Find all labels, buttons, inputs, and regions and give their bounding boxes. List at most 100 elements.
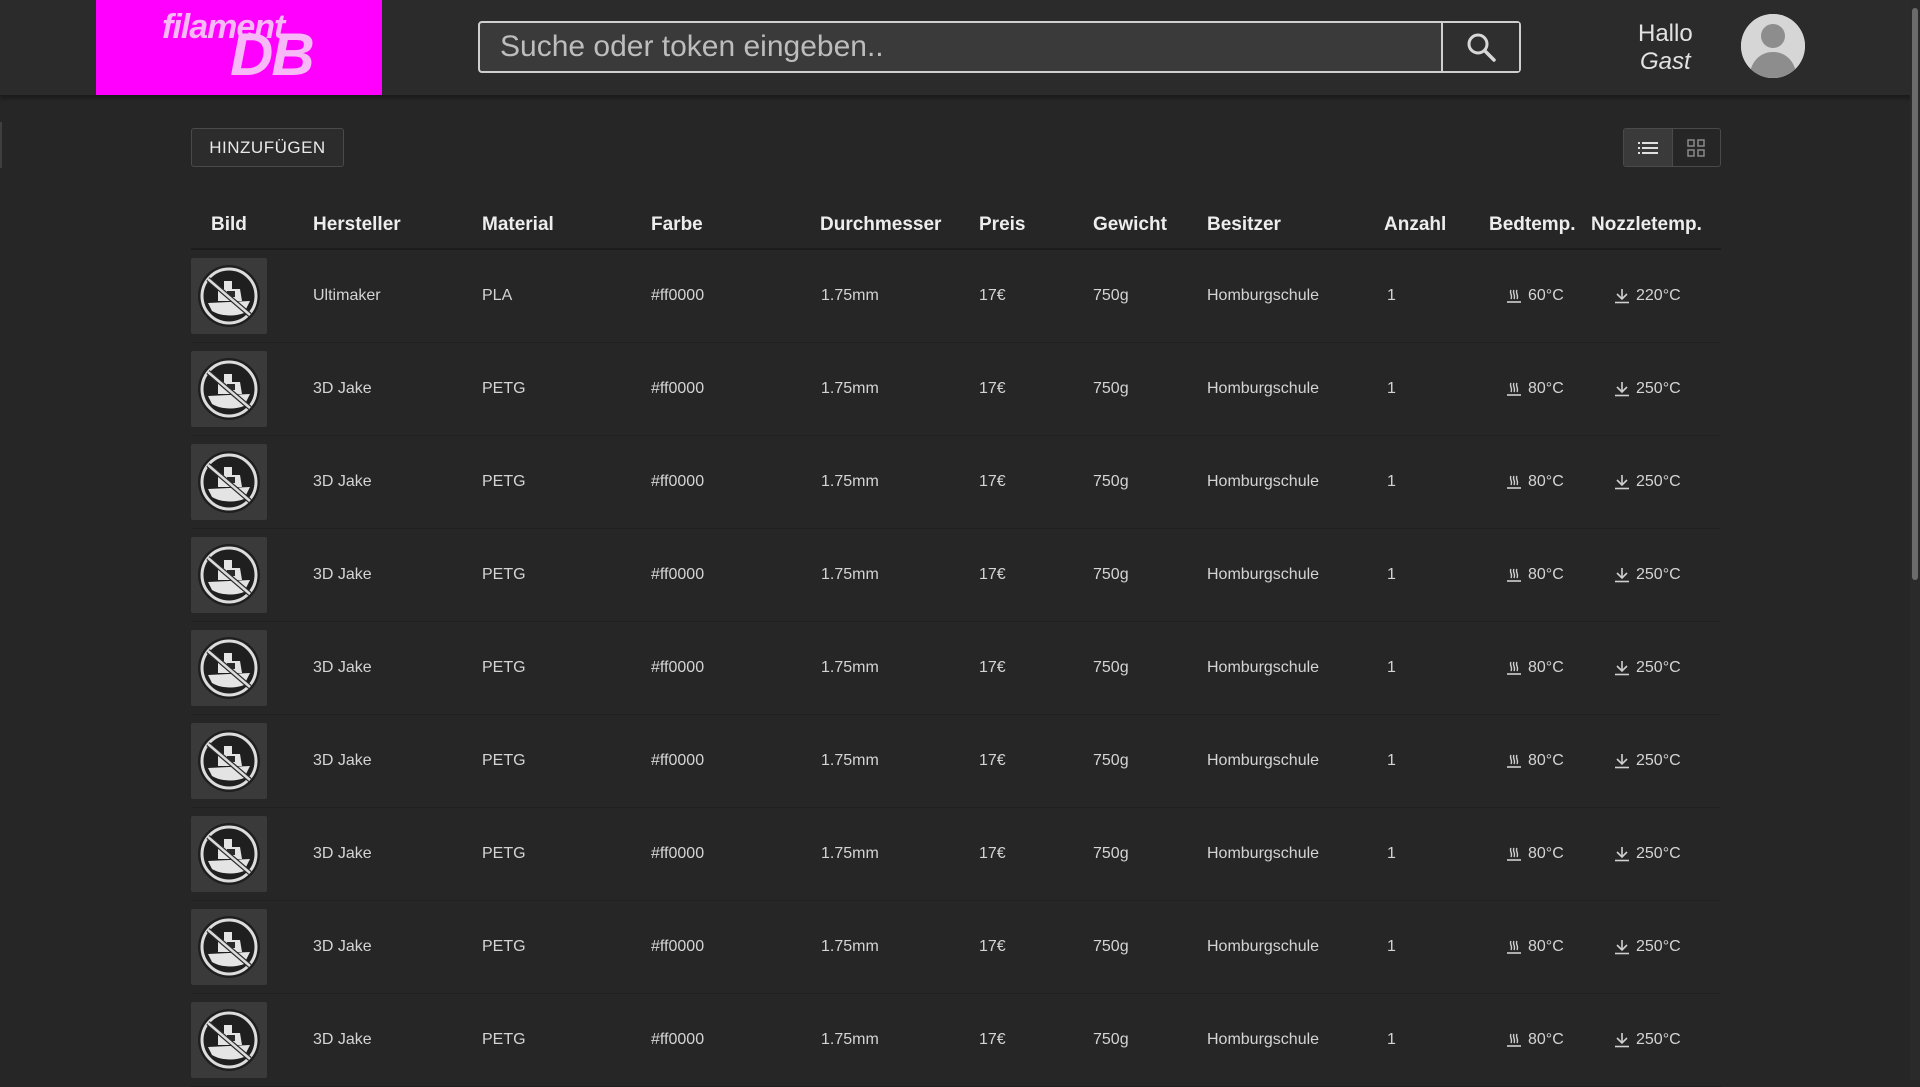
cell-material: PETG: [482, 659, 526, 676]
table-row[interactable]: 3D Jake PETG #ff0000 1.75mm 17€ 750g Hom…: [191, 622, 1721, 715]
header-besitzer[interactable]: Besitzer: [1207, 214, 1281, 236]
cell-gewicht: 750g: [1093, 566, 1129, 583]
table-row[interactable]: 3D Jake PETG #ff0000 1.75mm 17€ 750g Hom…: [191, 994, 1721, 1087]
bedtemp-value: 80°C: [1528, 566, 1564, 583]
grid-view-button[interactable]: [1673, 129, 1721, 166]
cell-hersteller: 3D Jake: [313, 566, 372, 583]
cell-bedtemp: 80°C: [1506, 845, 1564, 863]
cell-nozzletemp: 250°C: [1614, 752, 1681, 770]
no-image-boat-icon: [198, 916, 260, 978]
list-view-button[interactable]: [1624, 129, 1673, 166]
cell-preis: 17€: [979, 380, 1006, 397]
cell-preis: 17€: [979, 1031, 1006, 1048]
filament-image: [191, 258, 267, 334]
bed-heat-icon: [1507, 940, 1521, 954]
cell-gewicht: 750g: [1093, 845, 1129, 862]
cell-bedtemp: 80°C: [1506, 1031, 1564, 1049]
nozzle-icon: [1615, 568, 1629, 583]
nozzletemp-value: 250°C: [1636, 473, 1681, 490]
header-material[interactable]: Material: [482, 214, 554, 236]
nozzletemp-value: 250°C: [1636, 1031, 1681, 1048]
table-row[interactable]: 3D Jake PETG #ff0000 1.75mm 17€ 750g Hom…: [191, 808, 1721, 901]
user-name: Gast: [1640, 48, 1691, 75]
nozzle-icon: [1615, 1033, 1629, 1048]
bedtemp-value: 80°C: [1528, 473, 1564, 490]
filament-image: [191, 537, 267, 613]
logo[interactable]: filament DB: [96, 0, 382, 95]
bed-heat-icon: [1507, 289, 1521, 303]
cell-bedtemp: 60°C: [1506, 287, 1564, 305]
scrollbar[interactable]: [1910, 0, 1920, 1080]
table-row[interactable]: 3D Jake PETG #ff0000 1.75mm 17€ 750g Hom…: [191, 901, 1721, 994]
nozzletemp-value: 250°C: [1636, 659, 1681, 676]
header-gewicht[interactable]: Gewicht: [1093, 214, 1167, 236]
table-header: Bild Hersteller Material Farbe Durchmess…: [191, 200, 1721, 250]
cell-durchmesser: 1.75mm: [821, 380, 879, 397]
cell-farbe: #ff0000: [651, 1031, 705, 1048]
cell-material: PETG: [482, 566, 526, 583]
cell-gewicht: 750g: [1093, 1031, 1129, 1048]
no-image-boat-icon: [198, 730, 260, 792]
search-button[interactable]: [1441, 23, 1519, 71]
cell-anzahl: 1: [1387, 845, 1396, 862]
nozzle-icon: [1615, 754, 1629, 769]
filament-image: [191, 723, 267, 799]
table-row[interactable]: Ultimaker PLA #ff0000 1.75mm 17€ 750g Ho…: [191, 250, 1721, 343]
cell-nozzletemp: 250°C: [1614, 659, 1681, 677]
cell-hersteller: Ultimaker: [313, 287, 381, 304]
cell-nozzletemp: 250°C: [1614, 845, 1681, 863]
cell-anzahl: 1: [1387, 659, 1396, 676]
cell-gewicht: 750g: [1093, 287, 1129, 304]
bedtemp-value: 80°C: [1528, 845, 1564, 862]
cell-material: PETG: [482, 380, 526, 397]
header-anzahl[interactable]: Anzahl: [1384, 214, 1446, 236]
avatar-icon: [1741, 14, 1805, 78]
cell-material: PETG: [482, 473, 526, 490]
cell-hersteller: 3D Jake: [313, 380, 372, 397]
header-nozzletemp[interactable]: Nozzletemp.: [1591, 214, 1702, 236]
bed-heat-icon: [1507, 1033, 1521, 1047]
scrollbar-thumb[interactable]: [1912, 8, 1918, 580]
table-row[interactable]: 3D Jake PETG #ff0000 1.75mm 17€ 750g Hom…: [191, 343, 1721, 436]
header-hersteller[interactable]: Hersteller: [313, 214, 401, 236]
nozzle-icon: [1615, 847, 1629, 862]
grid-view-icon: [1687, 138, 1705, 157]
nozzletemp-value: 250°C: [1636, 938, 1681, 955]
no-image-boat-icon: [198, 358, 260, 420]
header-preis[interactable]: Preis: [979, 214, 1025, 236]
search-input[interactable]: [480, 23, 1441, 71]
cell-bedtemp: 80°C: [1506, 938, 1564, 956]
add-button[interactable]: HINZUFÜGEN: [191, 128, 344, 167]
bedtemp-value: 80°C: [1528, 938, 1564, 955]
bedtemp-value: 80°C: [1528, 380, 1564, 397]
cell-durchmesser: 1.75mm: [821, 566, 879, 583]
no-image-boat-icon: [198, 451, 260, 513]
nozzle-icon: [1615, 382, 1629, 397]
avatar[interactable]: [1741, 14, 1805, 78]
no-image-boat-icon: [198, 637, 260, 699]
header-farbe[interactable]: Farbe: [651, 214, 703, 236]
table-row[interactable]: 3D Jake PETG #ff0000 1.75mm 17€ 750g Hom…: [191, 529, 1721, 622]
table-row[interactable]: 3D Jake PETG #ff0000 1.75mm 17€ 750g Hom…: [191, 436, 1721, 529]
no-image-boat-icon: [198, 1009, 260, 1071]
cell-farbe: #ff0000: [651, 473, 705, 490]
header-bedtemp[interactable]: Bedtemp.: [1489, 214, 1576, 236]
cell-anzahl: 1: [1387, 473, 1396, 490]
cell-anzahl: 1: [1387, 938, 1396, 955]
cell-anzahl: 1: [1387, 566, 1396, 583]
header-bild[interactable]: Bild: [211, 214, 247, 236]
table-row[interactable]: 3D Jake PETG #ff0000 1.75mm 17€ 750g Hom…: [191, 715, 1721, 808]
filament-table: Bild Hersteller Material Farbe Durchmess…: [191, 200, 1721, 1087]
header-durchmesser[interactable]: Durchmesser: [820, 214, 941, 236]
cell-besitzer: Homburgschule: [1207, 938, 1320, 955]
search-bar: [478, 21, 1521, 73]
nozzletemp-value: 250°C: [1636, 566, 1681, 583]
search-icon: [1467, 33, 1496, 62]
cell-farbe: #ff0000: [651, 566, 705, 583]
cell-nozzletemp: 220°C: [1614, 287, 1681, 305]
bedtemp-value: 80°C: [1528, 752, 1564, 769]
cell-gewicht: 750g: [1093, 380, 1129, 397]
nozzle-icon: [1615, 940, 1629, 955]
cell-durchmesser: 1.75mm: [821, 938, 879, 955]
user-greeting: Hallo Gast: [1638, 20, 1693, 76]
